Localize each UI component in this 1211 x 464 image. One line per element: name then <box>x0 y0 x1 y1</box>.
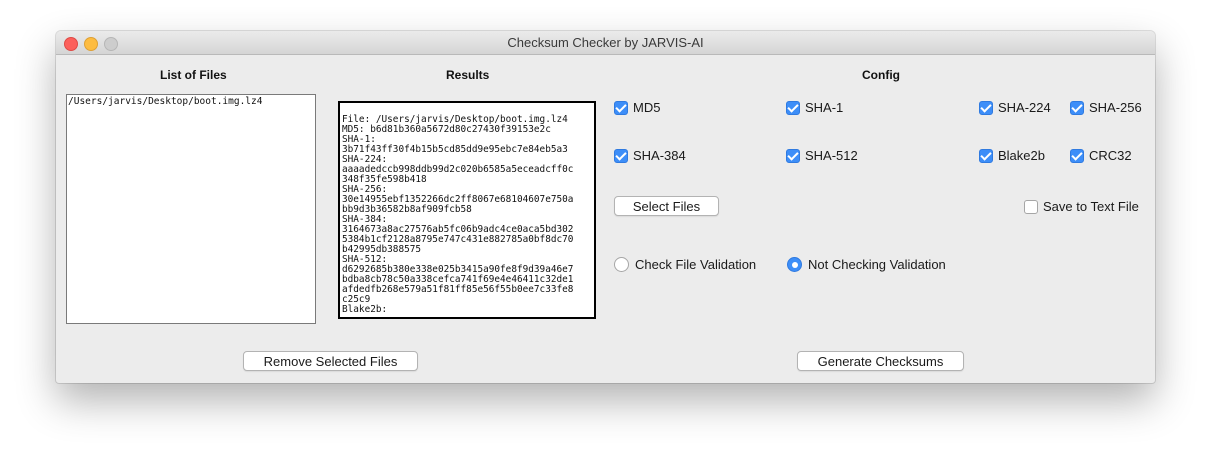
checkbox-indicator[interactable] <box>979 148 993 163</box>
not-checking-validation-radio[interactable]: Not Checking Validation <box>787 257 946 272</box>
sha1-checkbox[interactable]: SHA-1 <box>786 100 843 115</box>
checkbox-indicator[interactable] <box>786 148 800 163</box>
checkbox-indicator[interactable] <box>614 148 628 163</box>
title-bar: Checksum Checker by JARVIS-AI <box>56 31 1155 55</box>
results-heading: Results <box>446 68 490 82</box>
checkbox-indicator[interactable] <box>1024 199 1038 214</box>
remove-selected-files-button[interactable]: Remove Selected Files <box>243 351 418 371</box>
window-title: Checksum Checker by JARVIS-AI <box>507 35 704 50</box>
checkbox-indicator[interactable] <box>1070 148 1084 163</box>
sha512-label: SHA-512 <box>805 148 858 163</box>
checkbox-indicator[interactable] <box>979 100 993 115</box>
blake2b-label: Blake2b <box>998 148 1045 163</box>
sha256-checkbox[interactable]: SHA-256 <box>1070 100 1142 115</box>
not-checking-validation-label: Not Checking Validation <box>808 257 946 272</box>
crc32-label: CRC32 <box>1089 148 1132 163</box>
sha384-label: SHA-384 <box>633 148 686 163</box>
save-to-text-file-checkbox[interactable]: Save to Text File <box>1024 199 1139 214</box>
md5-label: MD5 <box>633 100 661 115</box>
select-files-button[interactable]: Select Files <box>614 196 719 216</box>
files-heading: List of Files <box>160 68 227 82</box>
sha256-label: SHA-256 <box>1089 100 1142 115</box>
checkbox-indicator[interactable] <box>614 100 628 115</box>
check-file-validation-label: Check File Validation <box>635 257 757 272</box>
check-file-validation-radio[interactable]: Check File Validation <box>614 257 756 272</box>
sha1-label: SHA-1 <box>805 100 844 115</box>
config-heading: Config <box>862 68 900 82</box>
crc32-checkbox[interactable]: CRC32 <box>1070 148 1132 163</box>
sha224-label: SHA-224 <box>998 100 1051 115</box>
radio-indicator[interactable] <box>614 257 629 272</box>
md5-checkbox[interactable]: MD5 <box>614 100 660 115</box>
blake2b-checkbox[interactable]: Blake2b <box>979 148 1045 163</box>
radio-indicator[interactable] <box>787 257 802 272</box>
app-window: Checksum Checker by JARVIS-AI List of Fi… <box>56 31 1155 383</box>
results-textarea[interactable]: File: /Users/jarvis/Desktop/boot.img.lz4… <box>338 101 596 319</box>
checkbox-indicator[interactable] <box>786 100 800 115</box>
sha512-checkbox[interactable]: SHA-512 <box>786 148 858 163</box>
file-list[interactable]: /Users/jarvis/Desktop/boot.img.lz4 <box>66 94 316 324</box>
sha224-checkbox[interactable]: SHA-224 <box>979 100 1051 115</box>
list-item[interactable]: /Users/jarvis/Desktop/boot.img.lz4 <box>68 96 315 107</box>
sha384-checkbox[interactable]: SHA-384 <box>614 148 686 163</box>
save-to-text-file-label: Save to Text File <box>1043 199 1139 214</box>
generate-checksums-button[interactable]: Generate Checksums <box>797 351 964 371</box>
checkbox-indicator[interactable] <box>1070 100 1084 115</box>
